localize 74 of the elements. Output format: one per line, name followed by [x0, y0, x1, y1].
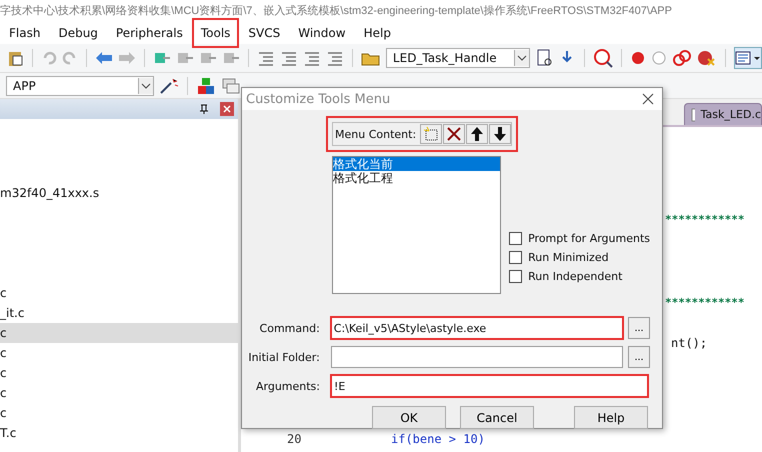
bookmark-icon[interactable] — [176, 50, 194, 66]
debug-icon[interactable] — [593, 48, 614, 68]
menu-item[interactable]: Tools — [192, 18, 240, 48]
menu-item[interactable]: Peripherals — [106, 18, 192, 48]
bookmark-icon[interactable] — [152, 50, 171, 66]
field-label: Initial Folder: — [247, 350, 320, 364]
input-field[interactable]: C:\Keil_v5\AStyle\astyle.exe — [330, 316, 624, 340]
close-icon[interactable] — [220, 102, 234, 116]
menu-content-label: Menu Content: — [335, 128, 418, 140]
file-item[interactable]: c — [0, 343, 238, 363]
breakpoint-clear-icon[interactable] — [697, 49, 717, 67]
menu-item[interactable]: SVCS — [239, 18, 290, 48]
browse-button[interactable]: ... — [628, 317, 650, 339]
window-title: 字技术中心\技术积累\网络资料收集\MCU资料方面\7、嵌入式系统模板\stm32-engineering-template\操作系统\FreeRTOS\STM32F407\APP — [0, 4, 672, 18]
breakpoint-icon[interactable] — [630, 50, 646, 66]
menu-item[interactable]: Window — [289, 18, 355, 48]
indent-icon[interactable] — [302, 50, 321, 66]
menu-list-item[interactable]: 格式化当前 — [333, 157, 500, 171]
menu-list-item[interactable]: 格式化工程 — [333, 171, 500, 185]
blocks-icon[interactable] — [196, 76, 216, 94]
pin-icon[interactable] — [198, 103, 210, 115]
dialog-button[interactable]: Help — [574, 406, 648, 429]
menu-item[interactable]: Flash — [0, 18, 50, 48]
windows-icon[interactable] — [221, 76, 241, 94]
checkbox-label: Prompt for Arguments — [528, 232, 650, 245]
menu-item[interactable]: Help — [354, 18, 400, 48]
file-item[interactable]: T.c — [0, 423, 238, 443]
comment-text: ************ — [665, 213, 744, 226]
caret-icon[interactable] — [514, 50, 530, 66]
file-item[interactable]: c — [0, 383, 238, 403]
back-arrow-icon[interactable] — [94, 51, 113, 65]
window-layout-button[interactable] — [734, 47, 762, 69]
rings-icon[interactable] — [672, 49, 692, 67]
dialog-button[interactable]: OK — [372, 406, 446, 429]
dialog-title: Customize Tools Menu — [246, 92, 390, 106]
dialog-button[interactable]: Cancel — [460, 406, 534, 429]
checkbox-label: Run Minimized — [528, 251, 609, 264]
comment-text: ************ — [665, 296, 744, 309]
indent-icon[interactable] — [280, 50, 298, 66]
input-field[interactable]: !E — [330, 374, 649, 398]
file-item[interactable]: c — [0, 323, 238, 343]
move-down-button[interactable] — [489, 124, 511, 144]
field-label: Arguments: — [254, 380, 320, 392]
checkbox[interactable] — [509, 270, 522, 283]
line-number: 20 — [287, 432, 302, 446]
code-text: if(bene > 10) — [391, 432, 485, 446]
input-field[interactable] — [330, 346, 624, 368]
file-item[interactable]: c — [0, 403, 238, 423]
clipboard-icon[interactable] — [6, 49, 24, 67]
function-combo[interactable]: LED_Task_Handle — [386, 48, 530, 68]
bookmark-icon[interactable] — [222, 50, 240, 66]
checkbox-label: Run Independent — [528, 270, 622, 283]
delete-button[interactable] — [443, 124, 465, 144]
browse-button[interactable]: ... — [628, 346, 650, 368]
move-up-button[interactable] — [466, 124, 488, 144]
code-text: nt(); — [671, 336, 708, 350]
file-tab[interactable]: Task_LED.c — [684, 103, 762, 125]
bookmark-icon[interactable] — [198, 50, 217, 66]
field-label: Command: — [258, 322, 320, 334]
new-item-button[interactable] — [420, 124, 442, 144]
file-item[interactable]: c — [0, 363, 238, 383]
checkbox[interactable] — [509, 251, 522, 264]
file-item[interactable]: m32f40_41xxx.s — [0, 183, 238, 203]
target-combo[interactable]: APP — [6, 76, 154, 96]
caret-icon[interactable] — [138, 78, 153, 94]
close-icon[interactable] — [642, 93, 654, 105]
indent-icon[interactable] — [256, 50, 275, 66]
menu-item[interactable]: Debug — [49, 18, 107, 48]
file-item[interactable]: _it.c — [0, 303, 238, 323]
document-search-icon[interactable] — [535, 49, 554, 67]
checkbox[interactable] — [509, 232, 522, 245]
indent-icon[interactable] — [326, 50, 344, 66]
file-item[interactable]: c — [0, 283, 238, 303]
magic-wand-icon[interactable] — [159, 76, 179, 94]
